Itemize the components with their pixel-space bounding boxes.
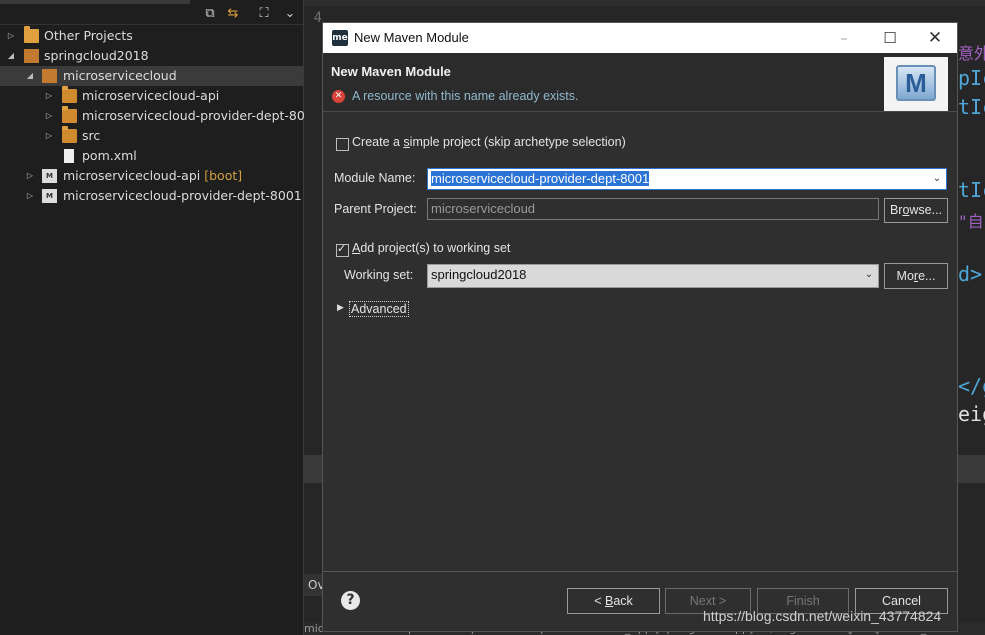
dialog-titlebar[interactable]: me New Maven Module – ☐ ✕ xyxy=(323,23,957,53)
expand-arrow-icon[interactable]: ▷ xyxy=(44,126,54,146)
advanced-expand-arrow-icon[interactable]: ▶ xyxy=(337,302,344,313)
new-maven-module-dialog: me New Maven Module – ☐ ✕ New Maven Modu… xyxy=(322,22,958,632)
error-message: A resource with this name already exists… xyxy=(352,89,579,103)
folder-icon xyxy=(24,26,39,43)
maven-module-icon: M xyxy=(42,189,57,203)
working-set-icon xyxy=(24,49,39,63)
tree-item-springcloud2018[interactable]: ◢ springcloud2018 xyxy=(0,46,303,66)
advanced-section-toggle[interactable]: Advanced xyxy=(349,301,409,317)
parent-project-label: Parent Project: xyxy=(334,202,417,216)
error-icon: ✕ xyxy=(332,90,345,103)
simple-project-label[interactable]: Create a simple project (skip archetype … xyxy=(352,135,626,149)
folder-icon xyxy=(62,106,77,123)
module-name-combo[interactable]: microservicecloud-provider-dept-8001 ⌄ xyxy=(427,168,947,190)
maximize-icon[interactable]: ☐ xyxy=(867,23,913,53)
editor-tabs-strip xyxy=(304,0,985,6)
folder-icon xyxy=(62,126,77,143)
tree-item-label: Other Projects xyxy=(44,28,133,43)
tree-item-label: microservicecloud-provider-dept-8001 [b xyxy=(63,186,319,206)
tree-item-label: microservicecloud-api xyxy=(82,88,220,103)
code-fragment: tIc xyxy=(958,178,985,202)
chevron-down-icon[interactable]: ⌄ xyxy=(928,169,946,189)
tree-item-label: src xyxy=(82,128,101,143)
folder-icon xyxy=(62,86,77,103)
tree-item-microservicecloud-api-folder[interactable]: ▷ microservicecloud-api xyxy=(0,86,303,106)
wizard-heading: New Maven Module xyxy=(331,64,451,79)
collapse-arrow-icon[interactable]: ◢ xyxy=(25,66,35,86)
code-fragment: pIc xyxy=(958,66,985,90)
tree-item-other-projects[interactable]: ▷ Other Projects xyxy=(0,26,303,46)
line-number: 4 xyxy=(313,10,322,26)
tree-item-pom-xml[interactable]: pom.xml xyxy=(0,146,303,166)
expand-arrow-icon[interactable]: ▷ xyxy=(25,186,35,206)
code-fragment: "自" xyxy=(958,212,985,231)
minimize-icon[interactable]: – xyxy=(821,23,867,53)
eclipse-app-icon: me xyxy=(332,30,348,46)
explorer-toolbar: ⧉ ⇆ ⛶ ⌄ xyxy=(0,0,303,25)
browse-button[interactable]: Browse... xyxy=(884,198,948,223)
parent-project-value: microservicecloud xyxy=(431,201,536,216)
tree-item-microservicecloud-api-project[interactable]: ▷ M microservicecloud-api [boot] xyxy=(0,166,303,186)
close-icon[interactable]: ✕ xyxy=(912,23,958,53)
code-fragment: 意外 xyxy=(958,44,985,63)
view-menu-chevron-down-icon[interactable]: ⌄ xyxy=(281,6,299,22)
expand-arrow-icon[interactable]: ▷ xyxy=(6,26,16,46)
boot-decoration: [boot] xyxy=(204,168,243,183)
code-fragment: </g xyxy=(958,374,985,398)
add-to-working-set-checkbox[interactable] xyxy=(336,242,349,257)
back-button[interactable]: < Back xyxy=(567,588,660,614)
maven-project-icon xyxy=(42,69,57,83)
tree-item-label: microservicecloud-api [boot] xyxy=(63,168,243,183)
tree-item-label: pom.xml xyxy=(82,148,137,163)
code-fragment: d> xyxy=(958,262,983,286)
tree-item-provider-folder[interactable]: ▷ microservicecloud-provider-dept-8001 xyxy=(0,106,321,126)
working-set-label: Working set: xyxy=(344,268,414,282)
project-explorer: ⧉ ⇆ ⛶ ⌄ ▷ Other Projects ◢ springcloud20… xyxy=(0,0,321,635)
parent-project-field: microservicecloud xyxy=(427,198,879,220)
more-button[interactable]: More... xyxy=(884,263,948,289)
chevron-down-icon[interactable]: ⌄ xyxy=(860,265,878,285)
footer-separator xyxy=(323,571,957,572)
module-name-label: Module Name: xyxy=(334,171,416,185)
tree-item-src[interactable]: ▷ src xyxy=(0,126,303,146)
help-icon[interactable]: ? xyxy=(341,591,360,610)
tree-item-provider-project[interactable]: ▷ M microservicecloud-provider-dept-8001… xyxy=(0,186,319,206)
expand-arrow-icon[interactable]: ▷ xyxy=(25,166,35,186)
add-to-working-set-label[interactable]: Add project(s) to working set xyxy=(352,241,510,255)
csdn-watermark: https://blog.csdn.net/weixin_43774824 xyxy=(703,608,942,624)
code-fragment: eig xyxy=(958,402,985,426)
wizard-banner: New Maven Module ✕ A resource with this … xyxy=(323,53,957,112)
tree-item-microservicecloud[interactable]: ◢ microservicecloud xyxy=(0,66,303,86)
tree-item-label: microservicecloud-provider-dept-8001 xyxy=(82,108,321,123)
view-tabs-strip xyxy=(0,0,190,4)
tree-item-label: microservicecloud xyxy=(63,68,177,83)
code-fragment: tIc xyxy=(958,95,985,119)
module-name-value: microservicecloud-provider-dept-8001 xyxy=(431,171,650,186)
dialog-title: New Maven Module xyxy=(354,30,469,45)
collapse-all-icon[interactable]: ⧉ xyxy=(201,6,219,22)
working-set-value: springcloud2018 xyxy=(431,267,527,282)
maven-module-icon: M xyxy=(42,169,57,183)
collapse-arrow-icon[interactable]: ◢ xyxy=(6,46,16,66)
maven-logo-letter: M xyxy=(896,65,936,101)
link-with-editor-icon[interactable]: ⇆ xyxy=(224,6,242,22)
focus-icon[interactable]: ⛶ xyxy=(255,6,273,22)
tree-item-label: springcloud2018 xyxy=(44,48,149,63)
maven-logo: M xyxy=(884,57,948,111)
simple-project-checkbox[interactable] xyxy=(336,138,349,151)
expand-arrow-icon[interactable]: ▷ xyxy=(44,106,54,126)
expand-arrow-icon[interactable]: ▷ xyxy=(44,86,54,106)
working-set-select[interactable]: springcloud2018 ⌄ xyxy=(427,264,879,288)
xml-file-icon xyxy=(64,149,74,163)
